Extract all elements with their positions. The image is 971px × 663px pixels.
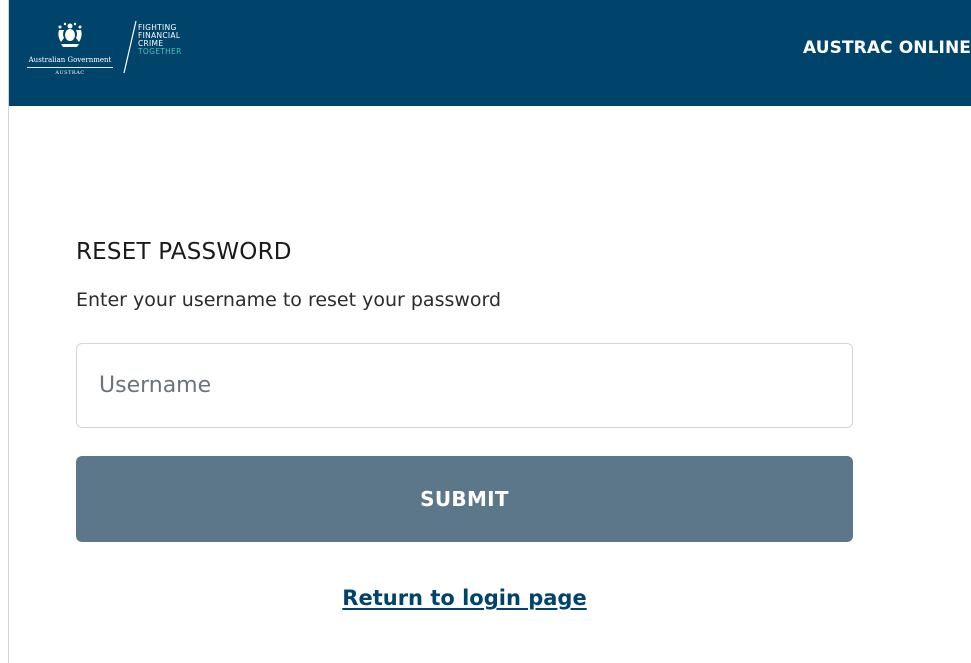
- page-title: RESET PASSWORD: [76, 239, 292, 265]
- reset-password-form: RESET PASSWORD Enter your username to re…: [76, 234, 853, 610]
- page: Australian Government AUSTRAC FIGHTING F…: [0, 0, 971, 663]
- australian-government-logo[interactable]: Australian Government AUSTRAC: [25, 18, 115, 88]
- return-to-login-link[interactable]: Return to login page: [76, 586, 853, 610]
- slash-divider-icon: [123, 20, 137, 74]
- left-border: [0, 0, 9, 663]
- tagline-logo: FIGHTING FINANCIAL CRIME TOGETHER: [138, 24, 182, 56]
- gov-name-text: Australian Government: [28, 56, 112, 64]
- site-header: Australian Government AUSTRAC FIGHTING F…: [9, 0, 971, 106]
- app-title: AUSTRAC ONLINE: [803, 38, 971, 58]
- coat-of-arms-icon: [58, 22, 82, 47]
- gov-agency-text: AUSTRAC: [55, 70, 85, 76]
- username-input[interactable]: [76, 343, 853, 428]
- form-instructions: Enter your username to reset your passwo…: [76, 289, 502, 311]
- tagline-line-4: TOGETHER: [138, 47, 182, 56]
- submit-button[interactable]: SUBMIT: [76, 456, 853, 542]
- gov-logo-divider: [27, 67, 113, 68]
